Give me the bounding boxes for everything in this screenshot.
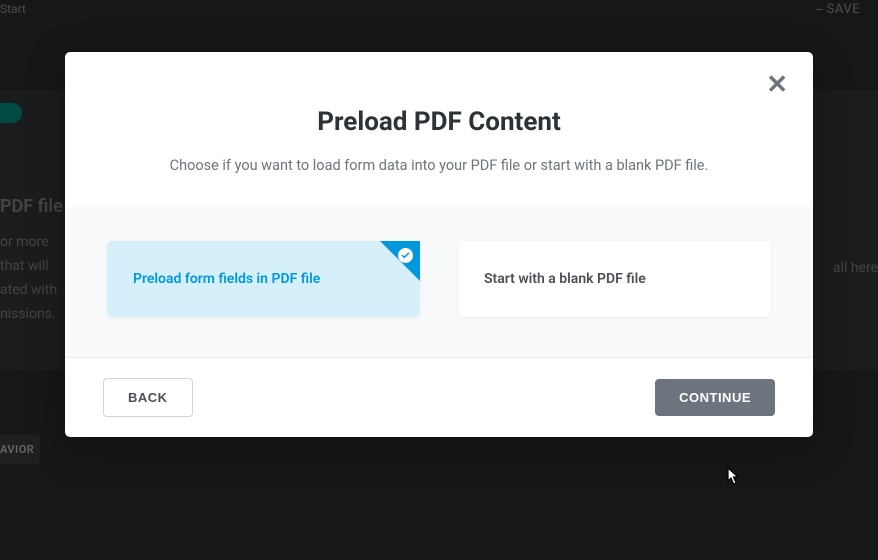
option-blank-label: Start with a blank PDF file [484,271,646,287]
continue-button[interactable]: CONTINUE [655,379,775,416]
modal-subtitle: Choose if you want to load form data int… [105,155,773,177]
modal-header: ✕ Preload PDF Content Choose if you want… [65,52,813,207]
preload-pdf-modal: ✕ Preload PDF Content Choose if you want… [65,52,813,437]
option-preload-label: Preload form fields in PDF file [133,271,320,287]
option-preload-fields[interactable]: Preload form fields in PDF file [107,241,420,317]
modal-body: Preload form fields in PDF file Start wi… [65,207,813,357]
close-icon[interactable]: ✕ [766,72,788,98]
modal-footer: BACK CONTINUE [65,357,813,437]
modal-title: Preload PDF Content [105,107,773,137]
modal-overlay: ✕ Preload PDF Content Choose if you want… [0,0,878,560]
back-button[interactable]: BACK [103,378,193,417]
option-blank-file[interactable]: Start with a blank PDF file [458,241,771,317]
check-icon [398,248,413,263]
